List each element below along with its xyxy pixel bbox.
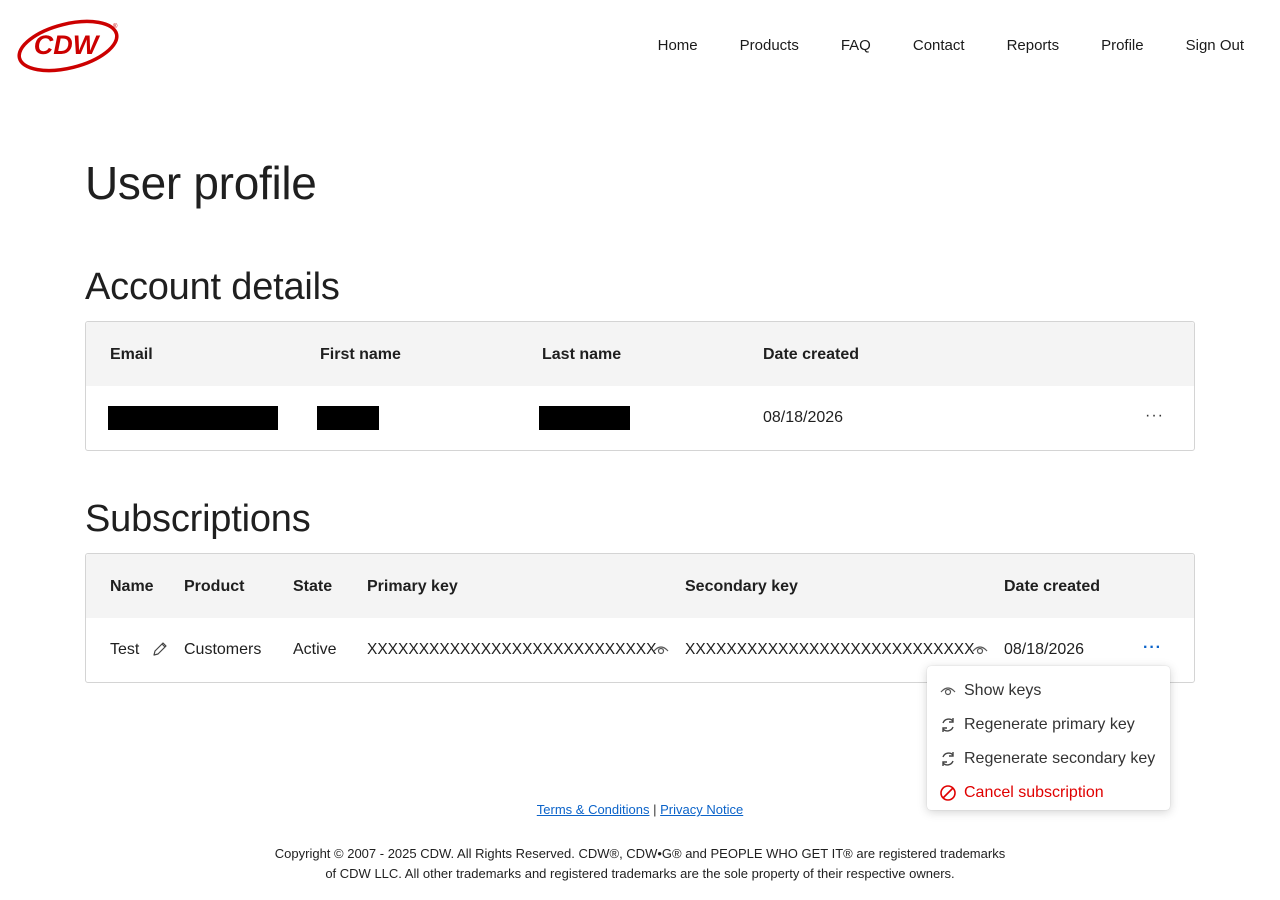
footer-links: Terms & Conditions | Privacy Notice xyxy=(0,802,1280,817)
menu-show-keys[interactable]: Show keys xyxy=(927,674,1170,708)
header-secondary-key: Secondary key xyxy=(685,578,798,595)
show-secondary-key-icon[interactable] xyxy=(971,642,989,664)
nav-faq[interactable]: FAQ xyxy=(841,37,871,55)
header-date-created: Date created xyxy=(763,346,860,363)
primary-key-value: XXXXXXXXXXXXXXXXXXXXXXXXXXXX xyxy=(367,641,657,658)
footer-separator: | xyxy=(653,802,657,817)
redacted-first-name xyxy=(317,406,379,430)
nav-products[interactable]: Products xyxy=(740,37,799,55)
menu-show-keys-label: Show keys xyxy=(964,682,1042,699)
redacted-last-name xyxy=(539,406,630,430)
header-name: Name xyxy=(110,578,154,595)
svg-text:®: ® xyxy=(113,23,118,30)
logo-text: CDW xyxy=(34,30,101,60)
menu-regenerate-secondary-label: Regenerate secondary key xyxy=(964,750,1156,767)
edit-name-icon[interactable] xyxy=(151,640,169,664)
refresh-icon xyxy=(939,716,957,734)
header-primary-key: Primary key xyxy=(367,578,458,595)
date-created-value: 08/18/2026 xyxy=(763,409,844,426)
subscriptions-table: Name Product State Primary key Secondary… xyxy=(85,553,1195,683)
header-first-name: First name xyxy=(320,346,401,363)
copyright-line-1: Copyright © 2007 - 2025 CDW. All Rights … xyxy=(274,846,1006,861)
cdw-logo[interactable]: CDW ® xyxy=(16,16,120,74)
copyright-line-2: of CDW LLC. All other trademarks and reg… xyxy=(325,866,955,881)
header-date-created: Date created xyxy=(1004,578,1101,595)
cancel-icon xyxy=(939,784,957,802)
table-row: 08/18/2026 ··· xyxy=(86,386,1194,450)
copyright: Copyright © 2007 - 2025 CDW. All Rights … xyxy=(0,844,1280,884)
terms-link[interactable]: Terms & Conditions xyxy=(537,802,650,817)
table-header: Name Product State Primary key Secondary… xyxy=(86,554,1194,618)
account-details-title: Account details xyxy=(85,266,340,308)
subscription-product: Customers xyxy=(184,641,262,658)
show-primary-key-icon[interactable] xyxy=(652,642,670,664)
refresh-icon xyxy=(939,750,957,768)
subscription-name: Test xyxy=(110,641,140,658)
menu-cancel-label: Cancel subscription xyxy=(964,784,1104,801)
subscriptions-title: Subscriptions xyxy=(85,498,311,540)
nav-sign-out[interactable]: Sign Out xyxy=(1186,37,1244,55)
menu-regenerate-primary-label: Regenerate primary key xyxy=(964,716,1135,733)
menu-regenerate-primary-key[interactable]: Regenerate primary key xyxy=(927,708,1170,742)
nav-contact[interactable]: Contact xyxy=(913,37,965,55)
account-details-table: Email First name Last name Date created … xyxy=(85,321,1195,451)
privacy-link[interactable]: Privacy Notice xyxy=(660,802,743,817)
menu-regenerate-secondary-key[interactable]: Regenerate secondary key xyxy=(927,742,1170,776)
account-more-button[interactable]: ··· xyxy=(1145,406,1164,426)
secondary-key-value: XXXXXXXXXXXXXXXXXXXXXXXXXXXX xyxy=(685,641,975,658)
nav-home[interactable]: Home xyxy=(658,37,698,55)
subscription-date-created: 08/18/2026 xyxy=(1004,641,1085,658)
subscription-more-button[interactable]: ··· xyxy=(1143,638,1162,658)
redacted-email xyxy=(108,406,278,430)
nav-profile[interactable]: Profile xyxy=(1101,37,1144,55)
eye-icon xyxy=(939,682,957,700)
header-product: Product xyxy=(184,578,245,595)
header-last-name: Last name xyxy=(542,346,622,363)
top-nav: Home Products FAQ Contact Reports Profil… xyxy=(658,37,1244,55)
header-state: State xyxy=(293,578,333,595)
nav-reports[interactable]: Reports xyxy=(1007,37,1060,55)
table-header: Email First name Last name Date created xyxy=(86,322,1194,386)
header-email: Email xyxy=(110,346,153,363)
subscription-actions-menu: Show keys Regenerate primary key Regener… xyxy=(927,666,1170,810)
subscription-state: Active xyxy=(293,641,337,658)
page-title: User profile xyxy=(85,157,317,209)
